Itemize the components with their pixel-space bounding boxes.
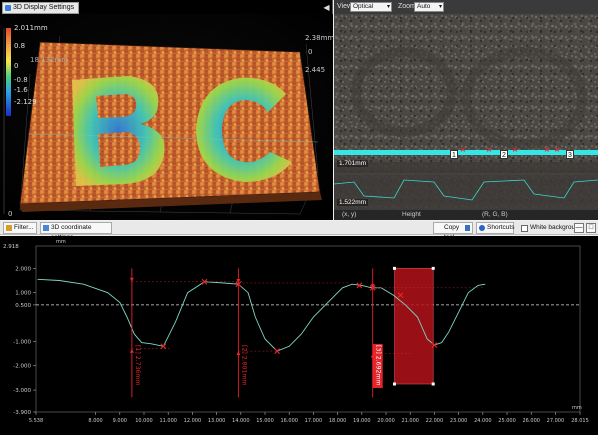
marker-label[interactable]: 1 bbox=[450, 150, 458, 159]
x-tick-label: 27.000 bbox=[547, 418, 565, 424]
measurement-label: [1] 2.736mm bbox=[134, 345, 141, 386]
x-tick-label: 11.000 bbox=[159, 418, 177, 424]
y-tick-label: -3.000 bbox=[13, 388, 31, 394]
x-tick-label: 8.000 bbox=[88, 418, 102, 424]
colorbar-tick: -1.6 bbox=[14, 86, 28, 94]
minimize-button[interactable]: — bbox=[574, 223, 584, 233]
z-axis-length-label: 18.132mm bbox=[30, 56, 69, 64]
collapse-arrow-icon[interactable]: ◀ bbox=[322, 3, 331, 13]
optical-image[interactable] bbox=[334, 14, 598, 210]
3d-display-settings-tab[interactable]: 3D Display Settings bbox=[2, 2, 80, 14]
profile-chart[interactable]: 2.000 1.000 0.500 -1.000 -2.000 -3.000 -3.900 2… bbox=[0, 236, 598, 435]
optical-status-bar: (x, y) Height (R, G, B) bbox=[334, 210, 598, 220]
chevron-down-icon: ▾ bbox=[438, 4, 442, 10]
white-background-checkbox[interactable] bbox=[521, 225, 528, 232]
highlight-region bbox=[394, 268, 434, 385]
marker-x-icon: ✕ bbox=[512, 147, 518, 154]
x-tick-label: 16.000 bbox=[280, 418, 298, 424]
x-tick-label: 10.000 bbox=[135, 418, 153, 424]
y-tick-label: 2.000 bbox=[15, 266, 31, 272]
maximize-button[interactable]: □ bbox=[586, 223, 596, 233]
y-tick-label: -1.000 bbox=[13, 339, 31, 345]
profile-top-value: 1.701mm bbox=[337, 160, 369, 167]
x-tick-label: 21.000 bbox=[401, 418, 419, 424]
y-tick-label: -3.900 bbox=[13, 410, 31, 416]
y-axis-max-label: 2.918 bbox=[3, 244, 19, 250]
x-tick-label: 23.000 bbox=[450, 418, 468, 424]
x-tick-label: 24.000 bbox=[474, 418, 492, 424]
x-tick-label: 13.000 bbox=[208, 418, 226, 424]
filter-button[interactable]: Filter... bbox=[3, 222, 37, 234]
help-icon bbox=[479, 225, 485, 231]
marker-label[interactable]: 3 bbox=[566, 150, 574, 159]
profile-toolbar: Filter... 3D coordinate settings... Copy… bbox=[0, 221, 598, 241]
copy-tool-button[interactable]: Copy tool... bbox=[433, 222, 473, 241]
x-tick-label: 14.000 bbox=[232, 418, 250, 424]
right-axis-mid-label: 0 bbox=[308, 48, 313, 56]
y-tick-label: -2.000 bbox=[13, 364, 31, 370]
measurement-label: [3] 2.692mm bbox=[375, 345, 382, 386]
x-tick-label: 22.000 bbox=[426, 418, 444, 424]
zoom-select[interactable]: Auto ▾ bbox=[414, 2, 444, 12]
3d-coordinate-settings-button[interactable]: 3D coordinate settings... bbox=[40, 222, 112, 241]
marker-x-icon: ✕ bbox=[460, 147, 466, 154]
region-handle bbox=[431, 382, 435, 386]
optical-toolbar: View Optical ▾ Zoom Auto ▾ bbox=[334, 0, 598, 14]
height-label: Height bbox=[402, 211, 421, 218]
colorbar-tick: 0 bbox=[14, 62, 19, 70]
filter-button-label: Filter... bbox=[14, 224, 34, 231]
marker-label[interactable]: 2 bbox=[500, 150, 508, 159]
measurement-label: [2] 2.801mm bbox=[240, 345, 247, 386]
marker-x-icon: ✕ bbox=[554, 147, 560, 154]
region-handle bbox=[392, 382, 396, 386]
view-select-value: Optical bbox=[353, 3, 374, 10]
filter-icon bbox=[6, 225, 12, 231]
x-unit-label: mm bbox=[572, 405, 582, 411]
3d-display-settings-label: 3D Display Settings bbox=[13, 4, 75, 11]
marker-x-icon: ✕ bbox=[544, 147, 550, 154]
x-tick-label: 12.000 bbox=[184, 418, 202, 424]
coordinate-icon bbox=[43, 225, 49, 231]
right-axis-low-label: 2.445 bbox=[305, 66, 326, 74]
x-tick-label: 5.538 bbox=[29, 418, 43, 424]
region-handle bbox=[392, 266, 396, 270]
region-handle bbox=[431, 266, 435, 270]
marker-x-icon: ✕ bbox=[486, 147, 492, 154]
x-tick-label: 25.000 bbox=[498, 418, 516, 424]
x-tick-label: 17.000 bbox=[305, 418, 323, 424]
x-tick-label: 18.000 bbox=[329, 418, 347, 424]
zoom-select-value: Auto bbox=[417, 3, 431, 10]
chevron-down-icon: ▾ bbox=[386, 4, 390, 10]
colorbar-min-label: -2.129 bbox=[14, 98, 37, 106]
colorbar-tick: -0.8 bbox=[14, 76, 28, 84]
3d-display-panel[interactable]: 3D Display Settings ◀ 2.011mm 0.8 0 -0.8… bbox=[0, 0, 335, 220]
x-tick-label: 28.015 bbox=[571, 418, 589, 424]
x-tick-label: 26.000 bbox=[522, 418, 540, 424]
cursor-xy-label: (x, y) bbox=[342, 211, 357, 218]
3d-surface-view[interactable] bbox=[0, 14, 333, 220]
right-axis-top-label: 2.38mm bbox=[305, 34, 335, 42]
y-tick-label: 0.500 bbox=[15, 303, 31, 309]
y-tick-label: 1.000 bbox=[15, 291, 31, 297]
x-tick-label: 19.000 bbox=[353, 418, 371, 424]
x-tick-label: 20.000 bbox=[377, 418, 395, 424]
rgb-label: (R, G, B) bbox=[482, 211, 508, 218]
app-window: 3D Display Settings ◀ 2.011mm 0.8 0 -0.8… bbox=[0, 0, 598, 435]
y-unit-label: mm bbox=[56, 239, 66, 245]
settings-icon bbox=[5, 5, 11, 11]
shortcuts-button[interactable]: Shortcuts bbox=[476, 222, 514, 234]
x-axis-origin-label: 0 bbox=[8, 210, 13, 218]
x-tick-label: 15.000 bbox=[256, 418, 274, 424]
profile-bottom-value: 1.522mm bbox=[337, 199, 369, 206]
height-colorbar bbox=[6, 28, 11, 116]
shortcuts-label: Shortcuts bbox=[487, 224, 515, 231]
copy-icon bbox=[465, 225, 470, 231]
view-select[interactable]: Optical ▾ bbox=[350, 2, 392, 12]
profile-chart-panel[interactable]: 2.000 1.000 0.500 -1.000 -2.000 -3.000 -3.900 2… bbox=[0, 236, 598, 435]
colorbar-tick: 0.8 bbox=[14, 42, 26, 50]
colorbar-max-label: 2.011mm bbox=[14, 24, 48, 32]
x-tick-label: 9.000 bbox=[113, 418, 127, 424]
optical-view-panel[interactable]: View Optical ▾ Zoom Auto ▾ ✕ ✕ ✕ ✕ ✕ 1 2… bbox=[334, 0, 598, 220]
